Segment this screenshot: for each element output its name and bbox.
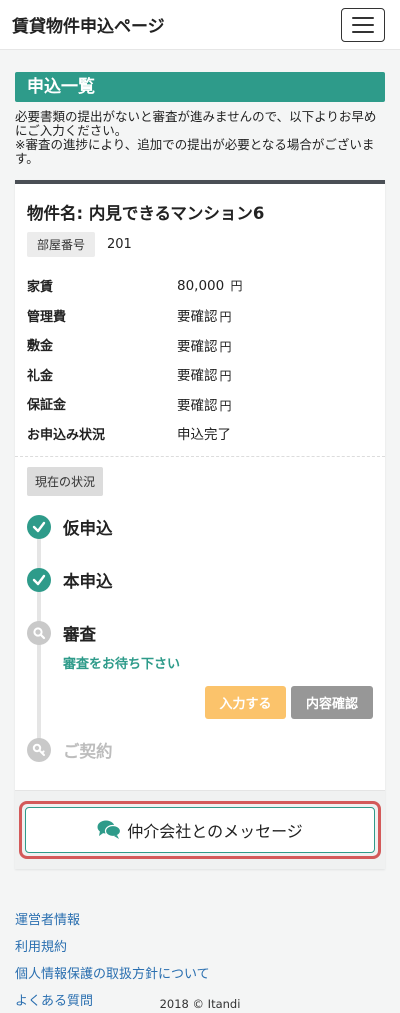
confirm-content-button[interactable]: 内容確認	[291, 686, 373, 719]
status-section: 現在の状況 仮申込 本申込 審査 審査をお待ち下さい 入力する 内容確認 ご契約	[27, 457, 373, 790]
footer-links: 運営者情報 利用規約 個人情報保護の取扱方針について よくある質問	[0, 909, 400, 1009]
info-label: 保証金	[27, 398, 67, 414]
link-operator-info[interactable]: 運営者情報	[15, 909, 400, 928]
room-number: 201	[107, 237, 132, 252]
main-container: 申込一覧 必要書類の提出がないと審査が進みませんので、以下よりお早めにご入力くだ…	[0, 72, 400, 869]
message-button-label: 仲介会社とのメッセージ	[127, 822, 303, 841]
info-unit: 円	[219, 339, 232, 354]
info-unit: 円	[219, 369, 232, 384]
room-row: 部屋番号 201	[27, 232, 373, 257]
status-tag: 現在の状況	[27, 467, 104, 496]
info-table: 家賃 80,000 円 管理費 要確認円 敷金 要確認円 礼金 要確認円 保証金	[27, 271, 373, 448]
info-label: お申込み状況	[27, 427, 106, 443]
info-row-guarantee: 保証金 要確認円	[27, 389, 373, 419]
info-row-key-money: 礼金 要確認円	[27, 360, 373, 390]
step-label: 仮申込	[63, 518, 113, 538]
search-icon	[27, 620, 51, 645]
navbar: 賃貸物件申込ページ	[0, 0, 400, 50]
check-icon	[27, 514, 51, 539]
action-buttons: 入力する 内容確認	[27, 686, 373, 719]
message-button-highlight: 仲介会社とのメッセージ	[19, 801, 381, 859]
step-contract: ご契約	[27, 723, 373, 776]
info-value: 要確認円	[177, 364, 232, 384]
info-value: 要確認円	[177, 394, 232, 414]
info-unit: 円	[219, 398, 232, 413]
notice-line-2: ※審査の進捗により、追加での提出が必要となる場合がございます。	[15, 137, 375, 166]
property-name: 物件名: 内見できるマンション6	[27, 204, 265, 223]
hamburger-bar	[352, 16, 374, 19]
link-privacy-policy[interactable]: 個人情報保護の取扱方針について	[15, 963, 400, 982]
app-title[interactable]: 賃貸物件申込ページ	[12, 12, 165, 37]
info-amount: 要確認	[177, 338, 218, 355]
key-icon	[27, 737, 51, 762]
check-icon	[27, 567, 51, 592]
room-label: 部屋番号	[27, 232, 96, 257]
info-amount: 80,000	[177, 278, 225, 295]
application-card: 物件名: 内見できるマンション6 部屋番号 201 家賃 80,000 円 管理…	[15, 180, 385, 869]
hamburger-menu-button[interactable]	[341, 7, 385, 42]
info-label: 家賃	[27, 280, 54, 296]
notice-text: 必要書類の提出がないと審査が進みませんので、以下よりお早めにご入力ください。 ※…	[15, 110, 385, 166]
info-value: 要確認円	[177, 335, 232, 355]
chat-icon	[97, 820, 122, 839]
step-provisional: 仮申込	[27, 500, 373, 553]
info-value: 80,000 円	[177, 277, 243, 294]
message-button[interactable]: 仲介会社とのメッセージ	[25, 807, 375, 853]
status-timeline: 仮申込 本申込 審査 審査をお待ち下さい 入力する 内容確認 ご契約	[27, 500, 373, 776]
info-label: 管理費	[27, 309, 67, 325]
section-title: 申込一覧	[15, 72, 385, 102]
info-row-deposit: 敷金 要確認円	[27, 330, 373, 360]
info-amount: 要確認	[177, 309, 218, 326]
hamburger-bar	[352, 30, 374, 33]
info-value: 要確認円	[177, 305, 232, 325]
step-label: ご契約	[63, 741, 113, 761]
step-label: 本申込	[63, 571, 113, 591]
step-main-application: 本申込	[27, 553, 373, 606]
input-button[interactable]: 入力する	[205, 686, 286, 719]
info-amount: 申込完了	[177, 427, 231, 444]
info-value: 申込完了	[177, 423, 231, 443]
step-screening: 審査	[27, 606, 373, 659]
info-amount: 要確認	[177, 368, 218, 385]
copyright: 2018 © Itandi	[159, 997, 241, 1011]
info-amount: 要確認	[177, 397, 218, 414]
link-terms-of-use[interactable]: 利用規約	[15, 936, 400, 955]
card-footer: 仲介会社とのメッセージ	[15, 790, 385, 869]
info-row-application-status: お申込み状況 申込完了	[27, 419, 373, 449]
notice-line-1: 必要書類の提出がないと審査が進みませんので、以下よりお早めにご入力ください。	[15, 109, 377, 138]
info-unit: 円	[230, 279, 243, 294]
info-row-rent: 家賃 80,000 円	[27, 271, 373, 301]
info-row-management-fee: 管理費 要確認円	[27, 301, 373, 331]
info-label: 礼金	[27, 368, 54, 384]
info-unit: 円	[219, 310, 232, 325]
info-label: 敷金	[27, 339, 54, 355]
hamburger-bar	[352, 23, 374, 26]
step-label: 審査	[63, 624, 96, 644]
